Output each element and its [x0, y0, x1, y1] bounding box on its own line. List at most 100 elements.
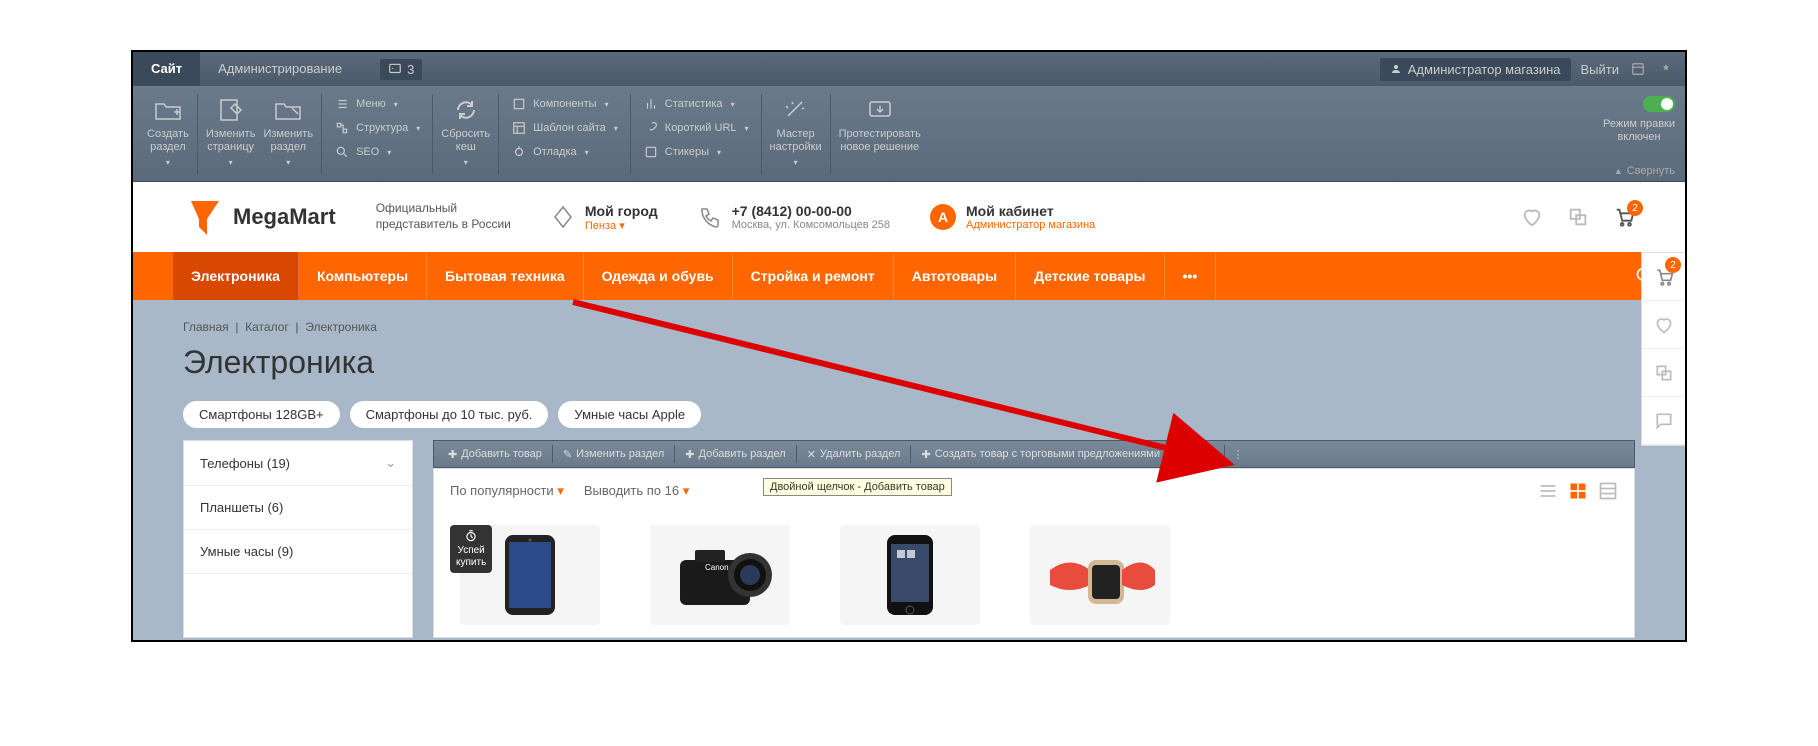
ribbon-collapse[interactable]: ▲ Свернуть [1614, 165, 1675, 177]
edit-edit-section[interactable]: ✎Изменить раздел [555, 445, 672, 464]
tag-item[interactable]: Смартфоны 128GB+ [183, 401, 340, 428]
product-card[interactable]: Canon [640, 525, 800, 625]
nav-item-construction[interactable]: Стройка и ремонт [733, 252, 894, 300]
logout-link[interactable]: Выйти [1581, 62, 1620, 77]
ribbon-label: Создать раздел [147, 128, 189, 154]
ribbon-reset-cache[interactable]: Сбросить кеш ▾ [437, 92, 494, 171]
edit-move-icon[interactable] [1173, 443, 1195, 465]
tree-icon [335, 121, 349, 135]
tab-administration[interactable]: Администрирование [200, 52, 360, 86]
folder-plus-icon [154, 98, 182, 122]
tag-item[interactable]: Умные часы Apple [558, 401, 701, 428]
ribbon-stickers[interactable]: Стикеры▾ [639, 142, 753, 162]
nav-item-computers[interactable]: Компьютеры [299, 252, 427, 300]
category-phones[interactable]: Телефоны (19) ⌄ [184, 441, 412, 486]
edit-mode-label1: Режим правки [1603, 118, 1675, 131]
edit-add-product[interactable]: ✚Добавить товар [440, 445, 550, 464]
ribbon-label: Изменить раздел [263, 128, 313, 154]
nav-item-electronics[interactable]: Электроника [173, 252, 299, 300]
ribbon-edit-mode[interactable]: Режим правки включен [1603, 96, 1675, 144]
page-title: Электроника [183, 344, 1635, 381]
breadcrumb: Главная | Каталог | Электроника [183, 320, 1635, 334]
ribbon-label: Сбросить кеш [441, 128, 490, 154]
product-card[interactable] [1020, 525, 1180, 625]
logo[interactable]: MegaMart [183, 197, 336, 237]
ribbon-edit-page[interactable]: Изменить страницу ▾ [202, 92, 260, 171]
fixed-compare-icon[interactable] [1642, 349, 1685, 397]
cabinet-block[interactable]: А Мой кабинет Администратор магазина [930, 203, 1095, 231]
sort-dropdown[interactable]: По популярности [450, 483, 564, 499]
nav-item-more[interactable]: ••• [1165, 252, 1217, 300]
svg-text:Canon: Canon [705, 563, 729, 572]
breadcrumb-home[interactable]: Главная [183, 320, 229, 334]
category-tablets[interactable]: Планшеты (6) [184, 486, 412, 530]
fixed-wishlist-icon[interactable] [1642, 301, 1685, 349]
admin-notification[interactable]: 3 [380, 59, 422, 80]
admin-user-button[interactable]: Администратор магазина [1380, 58, 1571, 81]
pin-icon[interactable] [1657, 60, 1675, 78]
close-icon: ✕ [807, 448, 816, 461]
gear-icon [1204, 447, 1218, 461]
ribbon-wizard[interactable]: Мастер настройки ▾ [766, 92, 826, 171]
phone-number: +7 (8412) 00-00-00 [732, 203, 890, 219]
admin-panel-icon[interactable] [1629, 60, 1647, 78]
ribbon-label: Мастер настройки [770, 128, 822, 154]
page-edit-icon [217, 98, 245, 122]
wishlist-icon[interactable] [1521, 206, 1543, 228]
ribbon-label: Протестировать новое решение [839, 128, 921, 154]
category-sidebar: Телефоны (19) ⌄ Планшеты (6) Умные часы … [183, 440, 413, 638]
edit-delete-section[interactable]: ✕Удалить раздел [799, 445, 909, 464]
ribbon-debug[interactable]: Отладка▾ [507, 142, 622, 162]
address: Москва, ул. Комсомольцев 258 [732, 219, 890, 231]
ribbon-menu[interactable]: Меню▾ [330, 94, 424, 114]
product-image [840, 525, 980, 625]
breadcrumb-catalog[interactable]: Каталог [245, 320, 289, 334]
edit-more-icon[interactable]: ⋮ [1227, 443, 1249, 465]
ribbon-components[interactable]: Компоненты▾ [507, 94, 622, 114]
cart-badge: 2 [1627, 200, 1643, 216]
ribbon-edit-section[interactable]: Изменить раздел ▾ [259, 92, 317, 171]
city-label: Мой город [585, 203, 658, 219]
perpage-dropdown[interactable]: Выводить по 16 [584, 483, 689, 499]
admin-user-label: Администратор магазина [1408, 62, 1561, 77]
view-grid-icon[interactable] [1568, 481, 1588, 501]
nav-item-kids[interactable]: Детские товары [1016, 252, 1164, 300]
ribbon-create-section[interactable]: Создать раздел ▾ [143, 92, 193, 171]
tab-site[interactable]: Сайт [133, 52, 200, 86]
fixed-cart-icon[interactable]: 2 [1642, 253, 1685, 301]
toggle-switch-icon[interactable] [1643, 96, 1675, 112]
logo-text: MegaMart [233, 204, 336, 230]
ribbon-short-url[interactable]: Короткий URL▾ [639, 118, 753, 138]
city-selector[interactable]: Мой город Пенза ▾ [551, 203, 658, 232]
compare-icon[interactable] [1567, 206, 1589, 228]
view-list-icon[interactable] [1538, 481, 1558, 501]
plus-icon: ✚ [685, 448, 694, 461]
edit-settings-icon[interactable] [1200, 443, 1222, 465]
product-card[interactable]: Успей купить [450, 525, 610, 625]
wand-icon [782, 98, 810, 122]
ribbon-structure[interactable]: Структура▾ [330, 118, 424, 138]
product-card[interactable] [830, 525, 990, 625]
sticker-icon [644, 145, 658, 159]
nav-item-appliances[interactable]: Бытовая техника [427, 252, 584, 300]
edit-mode-label2: включен [1603, 131, 1675, 144]
ribbon-test-solution[interactable]: Протестировать новое решение [835, 92, 925, 158]
category-smartwatch[interactable]: Умные часы (9) [184, 530, 412, 574]
tag-item[interactable]: Смартфоны до 10 тыс. руб. [350, 401, 549, 428]
ribbon-seo[interactable]: SEO▾ [330, 142, 424, 162]
view-table-icon[interactable] [1598, 481, 1618, 501]
edit-create-offer[interactable]: ✚Создать товар с торговыми предложениями [913, 445, 1168, 464]
bug-icon [512, 145, 526, 159]
phone-icon [698, 205, 722, 229]
main-navigation: Электроника Компьютеры Бытовая техника О… [133, 252, 1685, 300]
ribbon-statistics[interactable]: Статистика▾ [639, 94, 753, 114]
edit-add-section[interactable]: ✚Добавить раздел [677, 445, 793, 464]
cart-icon[interactable]: 2 [1613, 206, 1635, 228]
ribbon-site-template[interactable]: Шаблон сайта▾ [507, 118, 622, 138]
fixed-chat-icon[interactable] [1642, 397, 1685, 445]
template-icon [512, 121, 526, 135]
product-panel: По популярности Выводить по 16 Двойной щ… [433, 468, 1635, 638]
nav-item-auto[interactable]: Автотовары [894, 252, 1016, 300]
nav-item-clothing[interactable]: Одежда и обувь [584, 252, 733, 300]
chart-icon [644, 97, 658, 111]
